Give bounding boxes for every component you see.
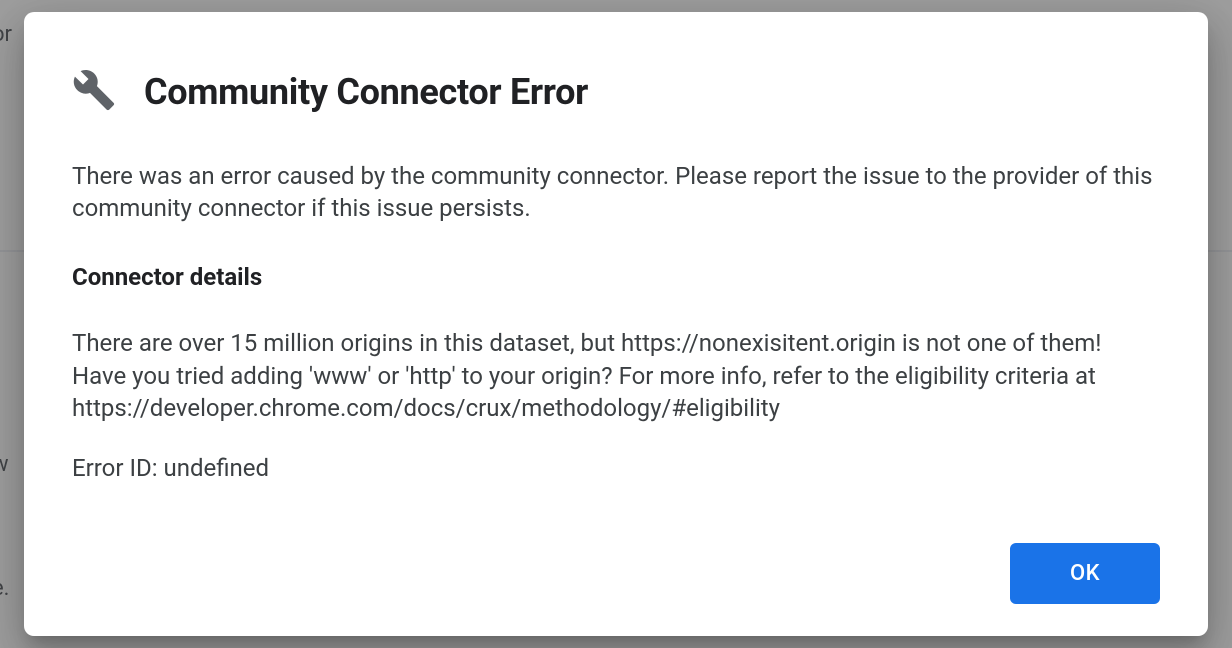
details-text: There are over 15 million origins in thi… (72, 327, 1160, 424)
dialog-header: Community Connector Error (72, 68, 1160, 116)
dialog-actions: OK (72, 543, 1160, 604)
details-heading: Connector details (72, 261, 1160, 293)
error-dialog: Community Connector Error There was an e… (24, 12, 1208, 636)
dialog-title: Community Connector Error (144, 71, 588, 113)
wrench-icon (72, 68, 116, 116)
ok-button[interactable]: OK (1010, 543, 1160, 604)
error-id: Error ID: undefined (72, 452, 1160, 484)
dialog-intro: There was an error caused by the communi… (72, 160, 1160, 225)
dialog-body: There was an error caused by the communi… (72, 160, 1160, 505)
